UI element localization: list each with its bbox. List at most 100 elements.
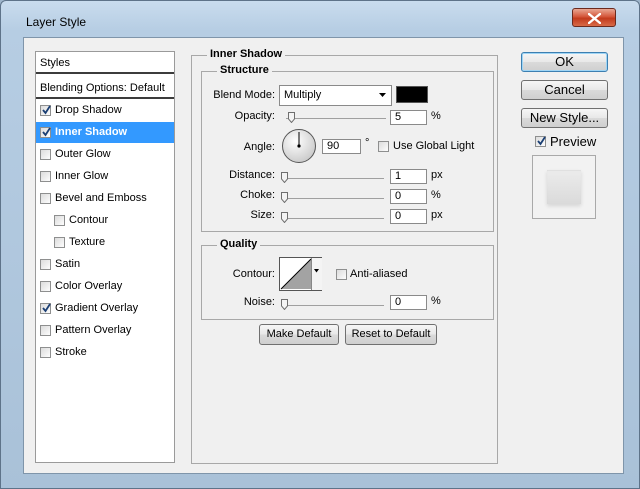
sidebar-checkbox[interactable] (40, 281, 51, 292)
sidebar-item-drop-shadow[interactable]: Drop Shadow (36, 100, 174, 121)
angle-dial[interactable] (281, 128, 317, 164)
sidebar-item-label: Outer Glow (55, 148, 111, 160)
sidebar-item-label: Pattern Overlay (55, 324, 132, 336)
sidebar-item-label: Inner Shadow (55, 126, 128, 138)
preview-checkbox[interactable] (535, 136, 546, 147)
contour-picker[interactable] (279, 257, 322, 291)
sidebar-item-label: Satin (55, 258, 81, 270)
styles-header-label: Styles (40, 57, 70, 69)
opacity-unit: % (431, 110, 441, 122)
preview-label: Preview (550, 134, 597, 149)
choke-label: Choke: (240, 189, 275, 201)
contour-curve-icon (280, 258, 312, 290)
distance-input[interactable]: 1 (390, 169, 427, 184)
sidebar-item-label: Color Overlay (55, 280, 123, 292)
angle-label: Angle: (243, 141, 275, 153)
sidebar-item-label: Stroke (55, 346, 87, 358)
sidebar-checkbox[interactable] (40, 303, 51, 314)
styles-list: Styles Blending Options: Default Drop Sh… (35, 51, 175, 463)
sidebar-item-gradient-overlay[interactable]: Gradient Overlay (36, 298, 174, 319)
reset-to-default-button[interactable]: Reset to Default (345, 324, 437, 345)
opacity-slider-thumb[interactable] (288, 112, 295, 123)
choke-slider[interactable] (284, 198, 384, 200)
blend-mode-label: Blend Mode: (213, 89, 275, 101)
chevron-down-icon (379, 93, 386, 97)
anti-aliased-label: Anti-aliased (350, 268, 408, 280)
noise-label: Noise: (243, 296, 275, 308)
blend-mode-value: Multiply (284, 89, 322, 101)
sidebar-item-stroke[interactable]: Stroke (36, 342, 174, 363)
opacity-input[interactable]: 5 (390, 110, 427, 125)
distance-label: Distance: (229, 169, 275, 181)
sidebar-checkbox[interactable] (40, 127, 51, 138)
angle-unit: ° (365, 137, 370, 149)
close-icon (588, 13, 601, 24)
sidebar-checkbox[interactable] (40, 347, 51, 358)
sidebar-checkbox[interactable] (40, 171, 51, 182)
distance-unit: px (431, 169, 443, 181)
close-button[interactable] (572, 8, 616, 27)
sidebar-item-label: Drop Shadow (55, 104, 122, 116)
noise-slider-thumb[interactable] (281, 299, 288, 310)
cancel-button[interactable]: Cancel (521, 80, 608, 100)
make-default-button[interactable]: Make Default (259, 324, 339, 345)
sidebar-item-satin[interactable]: Satin (36, 254, 174, 275)
distance-slider-thumb[interactable] (281, 172, 288, 183)
chevron-down-icon (314, 269, 319, 273)
blending-options-label: Blending Options: Default (40, 82, 165, 94)
quality-title: Quality (217, 238, 261, 250)
size-input[interactable]: 0 (390, 209, 427, 224)
size-unit: px (431, 209, 443, 221)
panel-title: Inner Shadow (207, 48, 286, 60)
sidebar-item-inner-glow[interactable]: Inner Glow (36, 166, 174, 187)
angle-dial-graphic (282, 129, 316, 163)
sidebar-item-pattern-overlay[interactable]: Pattern Overlay (36, 320, 174, 341)
noise-input[interactable]: 0 (390, 295, 427, 310)
sidebar-item-contour[interactable]: Contour (36, 210, 174, 231)
contour-label: Contour: (232, 268, 275, 280)
structure-title: Structure (217, 64, 272, 76)
sidebar-item-label: Contour (69, 214, 109, 226)
contour-dropdown[interactable] (311, 258, 322, 290)
checkmark-icon (42, 105, 51, 115)
ok-button[interactable]: OK (521, 52, 608, 72)
new-style-button[interactable]: New Style... (521, 108, 608, 128)
angle-input[interactable]: 90 (322, 139, 361, 154)
choke-input[interactable]: 0 (390, 189, 427, 204)
distance-slider[interactable] (284, 178, 384, 180)
use-global-light-label: Use Global Light (393, 140, 475, 152)
blend-mode-select[interactable]: Multiply (279, 85, 392, 106)
choke-unit: % (431, 189, 441, 201)
styles-header[interactable]: Styles (36, 53, 174, 74)
sidebar-checkbox[interactable] (40, 259, 51, 270)
size-slider-thumb[interactable] (281, 212, 288, 223)
use-global-light-checkbox[interactable] (378, 141, 389, 152)
blending-options-item[interactable]: Blending Options: Default (36, 78, 174, 99)
quality-group (201, 245, 494, 320)
sidebar-item-texture[interactable]: Texture (36, 232, 174, 253)
sidebar-item-outer-glow[interactable]: Outer Glow (36, 144, 174, 165)
sidebar-checkbox[interactable] (40, 105, 51, 116)
anti-aliased-checkbox[interactable] (336, 269, 347, 280)
sidebar-checkbox[interactable] (40, 149, 51, 160)
opacity-slider[interactable] (286, 118, 386, 120)
sidebar-checkbox[interactable] (40, 193, 51, 204)
size-label: Size: (250, 209, 275, 221)
sidebar-item-bevel-and-emboss[interactable]: Bevel and Emboss (36, 188, 174, 209)
style-preview (532, 155, 596, 219)
sidebar-item-label: Texture (69, 236, 106, 248)
shadow-color-swatch[interactable] (396, 86, 428, 103)
window-title: Layer Style (26, 15, 87, 29)
sidebar-item-label: Bevel and Emboss (55, 192, 147, 204)
sidebar-item-color-overlay[interactable]: Color Overlay (36, 276, 174, 297)
size-slider[interactable] (284, 218, 384, 220)
sidebar-item-inner-shadow[interactable]: Inner Shadow (36, 122, 174, 143)
noise-unit: % (431, 295, 441, 307)
checkmark-icon (42, 303, 51, 313)
checkmark-icon (537, 136, 546, 146)
sidebar-checkbox[interactable] (54, 215, 65, 226)
noise-slider[interactable] (284, 305, 384, 307)
sidebar-checkbox[interactable] (54, 237, 65, 248)
choke-slider-thumb[interactable] (281, 192, 288, 203)
sidebar-checkbox[interactable] (40, 325, 51, 336)
